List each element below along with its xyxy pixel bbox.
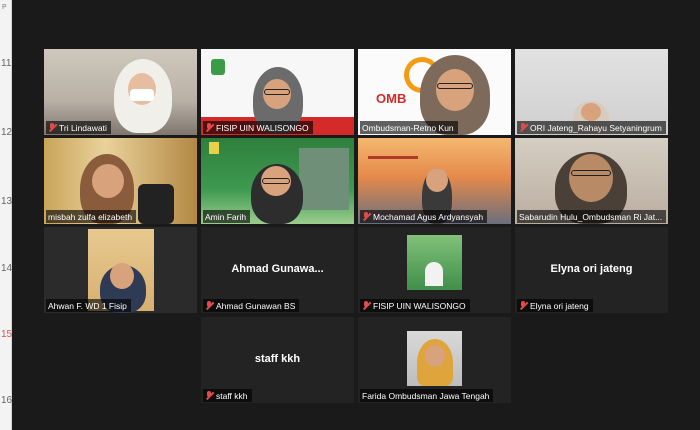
participant-tile[interactable]: Sabarudin Hulu_Ombudsman Ri Jat... — [515, 138, 668, 224]
participant-name: ORI Jateng_Rahayu Setyaningrum — [530, 122, 662, 133]
calendar-top-mark: P — [2, 4, 7, 11]
participant-tile[interactable]: Mochamad Agus Ardyansyah — [358, 138, 511, 224]
hour-label: 16 — [1, 395, 13, 406]
name-tag: Amin Farih — [203, 210, 251, 223]
participant-name: Ombudsman-Retno Kun — [362, 122, 454, 133]
participant-display-name: Elyna ori jateng — [550, 262, 633, 275]
mic-muted-icon — [48, 123, 56, 132]
participant-name: Ahmad Gunawan BS — [216, 300, 296, 311]
participant-tile[interactable]: Farida Ombudsman Jawa Tengah — [358, 317, 511, 403]
participant-tile[interactable]: Tri Lindawati — [44, 49, 197, 135]
name-tag: FISIP UIN WALISONGO — [203, 121, 313, 134]
mic-muted-icon — [362, 301, 370, 310]
name-tag: misbah zulfa elizabeth — [46, 210, 137, 223]
calendar-strip: P 11 12 13 14 15 16 — [0, 0, 12, 430]
participant-tile[interactable]: FISIP UIN WALISONGO — [201, 49, 354, 135]
participant-name: Sabarudin Hulu_Ombudsman Ri Jat... — [519, 211, 663, 222]
participant-name: Ahwan F. WD 1 Fisip — [48, 300, 127, 311]
name-tag: ORI Jateng_Rahayu Setyaningrum — [517, 121, 666, 134]
participant-tile[interactable]: OMB Ombudsman-Retno Kun — [358, 49, 511, 135]
participant-tile[interactable]: ORI Jateng_Rahayu Setyaningrum — [515, 49, 668, 135]
participant-tile[interactable]: Amin Farih — [201, 138, 354, 224]
participant-tile[interactable]: staff kkh staff kkh — [201, 317, 354, 403]
name-tag: Elyna ori jateng — [517, 299, 593, 312]
name-tag: Ahwan F. WD 1 Fisip — [46, 299, 131, 312]
participant-display-name: Ahmad Gunawa... — [231, 262, 324, 275]
gallery-view: Tri Lindawati FISIP UIN WALISONGO OMB Om… — [12, 0, 700, 430]
participant-tile[interactable]: Ahmad Gunawa... Ahmad Gunawan BS — [201, 227, 354, 313]
participant-name: FISIP UIN WALISONGO — [216, 122, 309, 133]
participant-name: misbah zulfa elizabeth — [48, 211, 133, 222]
mic-muted-icon — [362, 212, 370, 221]
name-tag: Farida Ombudsman Jawa Tengah — [360, 389, 494, 402]
participant-name: Amin Farih — [205, 211, 247, 222]
mic-muted-icon — [519, 123, 527, 132]
hour-label: 12 — [1, 127, 13, 138]
name-tag: staff kkh — [203, 389, 252, 402]
mic-muted-icon — [205, 391, 213, 400]
hour-label: 13 — [1, 196, 13, 207]
name-tag: Ombudsman-Retno Kun — [360, 121, 458, 134]
hour-label: 11 — [1, 58, 12, 69]
participant-name: Farida Ombudsman Jawa Tengah — [362, 390, 490, 401]
name-tag: Mochamad Agus Ardyansyah — [360, 210, 488, 223]
name-tag: Ahmad Gunawan BS — [203, 299, 300, 312]
participant-tile[interactable]: Elyna ori jateng Elyna ori jateng — [515, 227, 668, 313]
name-tag: FISIP UIN WALISONGO — [360, 299, 470, 312]
profile-image — [407, 235, 462, 290]
participant-tile-active-speaker[interactable]: Ahwan F. WD 1 Fisip — [44, 227, 197, 313]
mic-muted-icon — [519, 301, 527, 310]
participant-name: Mochamad Agus Ardyansyah — [373, 211, 484, 222]
profile-image — [407, 331, 462, 386]
hour-label: 15 — [1, 329, 13, 340]
name-tag: Sabarudin Hulu_Ombudsman Ri Jat... — [517, 210, 667, 223]
name-tag: Tri Lindawati — [46, 121, 111, 134]
participant-name: Tri Lindawati — [59, 122, 107, 133]
mic-muted-icon — [205, 301, 213, 310]
participant-name: staff kkh — [216, 390, 248, 401]
participant-tile[interactable]: misbah zulfa elizabeth — [44, 138, 197, 224]
participant-name: Elyna ori jateng — [530, 300, 589, 311]
participant-name: FISIP UIN WALISONGO — [373, 300, 466, 311]
participant-display-name: staff kkh — [254, 352, 301, 365]
mic-muted-icon — [205, 123, 213, 132]
participant-tile[interactable]: FISIP UIN WALISONGO — [358, 227, 511, 313]
hour-label: 14 — [1, 263, 13, 274]
